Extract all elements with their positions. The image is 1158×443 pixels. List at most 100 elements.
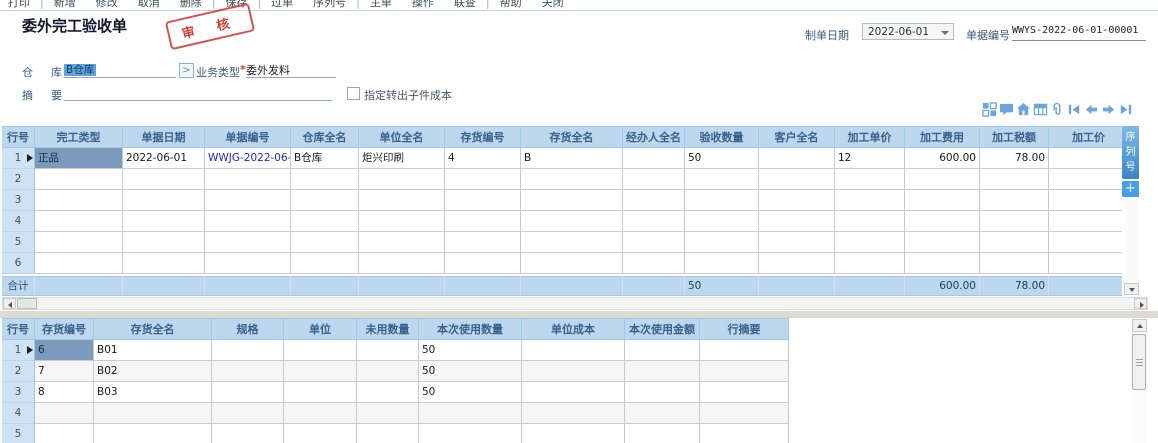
table-cell[interactable] <box>685 169 759 190</box>
table-cell[interactable] <box>685 211 759 232</box>
table-cell[interactable] <box>905 232 980 253</box>
menu-item-8[interactable]: 序列号 <box>313 0 346 10</box>
table-cell[interactable] <box>35 232 123 253</box>
table-cell[interactable] <box>1049 169 1122 190</box>
table-cell[interactable] <box>359 253 445 274</box>
table-cell[interactable] <box>700 424 789 443</box>
serial-number-tab[interactable]: 序列号 <box>1122 126 1139 179</box>
table-cell[interactable] <box>685 190 759 211</box>
table-cell[interactable] <box>35 424 94 443</box>
table-cell[interactable]: B仓库 <box>291 148 359 169</box>
table-cell[interactable] <box>700 340 789 361</box>
menu-item-10[interactable]: 操作 <box>412 0 434 10</box>
table-cell[interactable] <box>522 340 625 361</box>
table-cell[interactable] <box>445 253 521 274</box>
table-cell[interactable] <box>35 253 123 274</box>
table-cell[interactable] <box>205 211 291 232</box>
table-cell[interactable] <box>212 424 284 443</box>
table-cell[interactable] <box>625 424 700 443</box>
row-number-cell[interactable]: 3 <box>2 382 35 403</box>
table-cell[interactable] <box>123 190 205 211</box>
table-cell[interactable] <box>759 190 835 211</box>
table-cell[interactable] <box>35 403 94 424</box>
table-cell[interactable] <box>905 190 980 211</box>
table-cell[interactable] <box>623 253 685 274</box>
table-cell[interactable] <box>835 253 905 274</box>
table-cell[interactable] <box>759 148 835 169</box>
table-cell[interactable] <box>123 211 205 232</box>
table-cell[interactable] <box>291 190 359 211</box>
table-cell[interactable] <box>357 424 419 443</box>
table-cell[interactable] <box>123 253 205 274</box>
table-cell[interactable] <box>905 253 980 274</box>
table-cell[interactable] <box>623 169 685 190</box>
biztype-field[interactable]: 委外发料 <box>246 62 336 78</box>
table-cell[interactable] <box>94 403 212 424</box>
table-cell[interactable]: 50 <box>685 148 759 169</box>
column-header[interactable]: 单据编号 <box>205 126 291 148</box>
comment-icon[interactable] <box>999 102 1014 117</box>
last-record-icon[interactable] <box>1118 102 1133 117</box>
column-header[interactable]: 本次使用数量 <box>419 318 522 340</box>
table-cell[interactable] <box>205 253 291 274</box>
column-header[interactable]: 加工单价 <box>835 126 905 148</box>
row-number-cell[interactable]: 4 <box>2 403 35 424</box>
table-cell[interactable] <box>759 211 835 232</box>
column-header[interactable]: 存货编号 <box>445 126 521 148</box>
menu-item-9[interactable]: 主单 <box>370 0 392 10</box>
table-cell[interactable] <box>123 232 205 253</box>
column-header[interactable]: 加工费用 <box>905 126 980 148</box>
table-cell[interactable] <box>980 190 1049 211</box>
table-cell[interactable] <box>521 169 623 190</box>
table-cell[interactable] <box>1049 253 1122 274</box>
make-date-select[interactable]: 2022-06-01 <box>862 23 954 40</box>
table-cell[interactable] <box>623 211 685 232</box>
table-cell[interactable] <box>522 403 625 424</box>
table-cell[interactable] <box>357 382 419 403</box>
table-cell[interactable] <box>212 340 284 361</box>
column-header[interactable]: 单位 <box>284 318 357 340</box>
table-cell[interactable] <box>359 232 445 253</box>
first-record-icon[interactable] <box>1067 102 1082 117</box>
table-cell[interactable] <box>212 382 284 403</box>
table-cell[interactable] <box>357 340 419 361</box>
table-cell[interactable] <box>835 190 905 211</box>
table-cell[interactable] <box>35 169 123 190</box>
table-cell[interactable] <box>359 190 445 211</box>
row-number-cell[interactable]: 4 <box>2 211 35 232</box>
table-cell[interactable] <box>284 403 357 424</box>
table-cell[interactable] <box>291 211 359 232</box>
table-cell[interactable] <box>980 232 1049 253</box>
menu-item-2[interactable]: 新增 <box>54 0 76 10</box>
table-cell[interactable] <box>980 211 1049 232</box>
detail-scroll-thumb[interactable] <box>1132 334 1146 390</box>
row-number-cell[interactable]: 3 <box>2 190 35 211</box>
column-header[interactable]: 验收数量 <box>685 126 759 148</box>
table-cell[interactable] <box>759 169 835 190</box>
row-number-cell[interactable]: 5 <box>2 424 35 443</box>
column-header[interactable]: 加工价 <box>1049 126 1122 148</box>
table-cell[interactable] <box>205 232 291 253</box>
add-row-button[interactable]: + <box>1122 181 1139 197</box>
table-cell[interactable]: 50 <box>419 382 522 403</box>
table-cell[interactable] <box>205 190 291 211</box>
table-cell[interactable] <box>419 424 522 443</box>
column-header[interactable]: 客户全名 <box>759 126 835 148</box>
table-cell[interactable]: B01 <box>94 340 212 361</box>
table-cell[interactable] <box>835 211 905 232</box>
menu-item-7[interactable]: 过单 <box>271 0 293 10</box>
menu-item-3[interactable]: 修改 <box>96 0 118 10</box>
table-cell[interactable] <box>445 169 521 190</box>
main-scroll-down-button[interactable] <box>1124 283 1139 295</box>
table-cell[interactable] <box>623 232 685 253</box>
table-cell[interactable] <box>445 190 521 211</box>
table-cell[interactable] <box>284 340 357 361</box>
table-cell[interactable]: 50 <box>419 340 522 361</box>
table-cell[interactable]: 7 <box>35 361 94 382</box>
table-cell[interactable] <box>291 169 359 190</box>
menu-item-4[interactable]: 取消 <box>138 0 160 10</box>
detail-scroll-up-button[interactable] <box>1132 319 1147 332</box>
table-cell[interactable] <box>1049 232 1122 253</box>
column-header[interactable]: 单位全名 <box>359 126 445 148</box>
warehouse-field[interactable]: B仓库 <box>64 62 176 78</box>
